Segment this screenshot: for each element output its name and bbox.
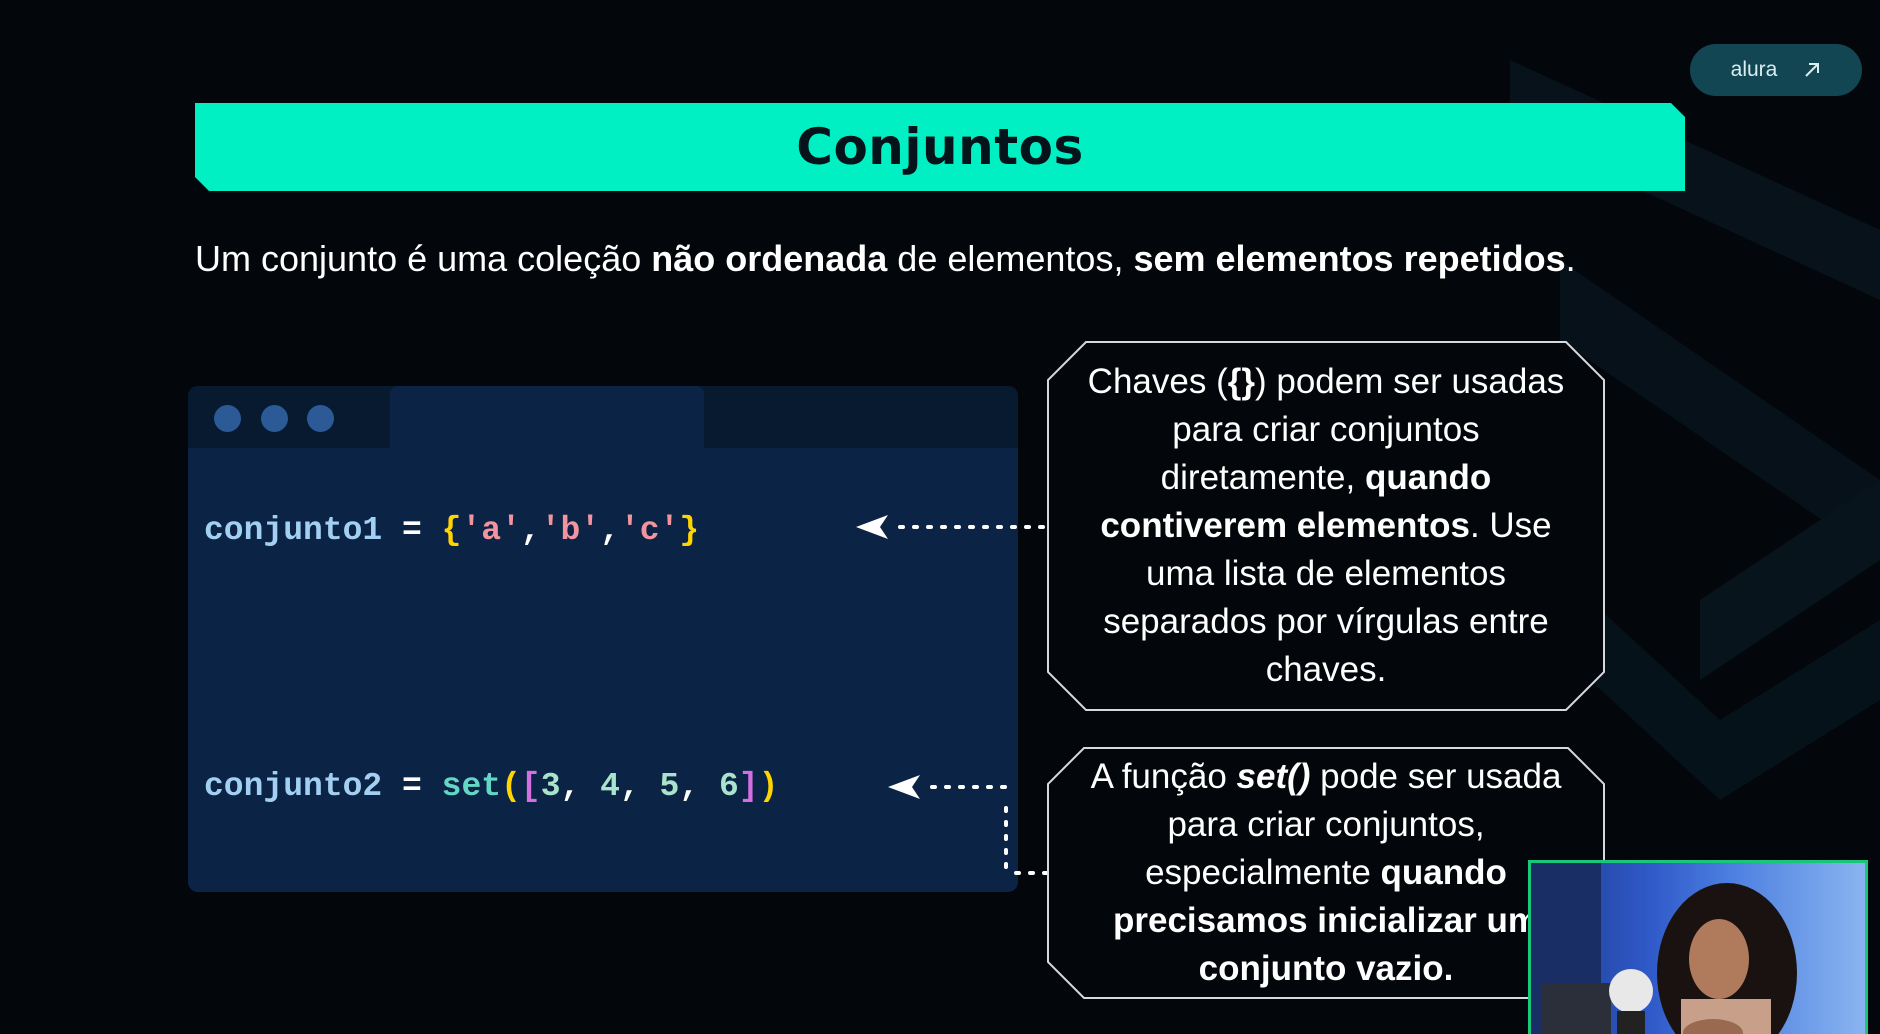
- callout-set-function: A função set() pode ser usada para criar…: [1046, 746, 1606, 1000]
- code-line-2: conjunto2 = set([3, 4, 5, 6]): [204, 768, 779, 805]
- window-dot-2: [261, 405, 288, 432]
- callout-braces: Chaves ({}) podem ser usadas para criar …: [1046, 340, 1606, 712]
- arrow-up-right-icon: [1805, 63, 1820, 77]
- brand-name: alura: [1730, 58, 1778, 81]
- slide-title: Conjuntos: [796, 118, 1084, 176]
- window-dot-1: [214, 405, 241, 432]
- intro-text: Um conjunto é uma coleção não ordenada d…: [195, 238, 1576, 279]
- alura-brand-badge[interactable]: alura: [1690, 44, 1862, 96]
- title-banner: Conjuntos: [195, 103, 1685, 191]
- code-editor-window: conjunto1 = {'a','b','c'} conjunto2 = se…: [188, 386, 1018, 892]
- callout-set-text: A função set() pode ser usada para criar…: [1090, 757, 1562, 988]
- callout-braces-text: Chaves ({}) podem ser usadas para criar …: [1087, 362, 1565, 689]
- code-line-1: conjunto1 = {'a','b','c'}: [204, 512, 700, 549]
- window-dot-3: [307, 405, 334, 432]
- presenter-webcam-overlay: [1528, 860, 1868, 1034]
- editor-tab: [390, 386, 704, 448]
- presenter-video: [1531, 863, 1797, 1034]
